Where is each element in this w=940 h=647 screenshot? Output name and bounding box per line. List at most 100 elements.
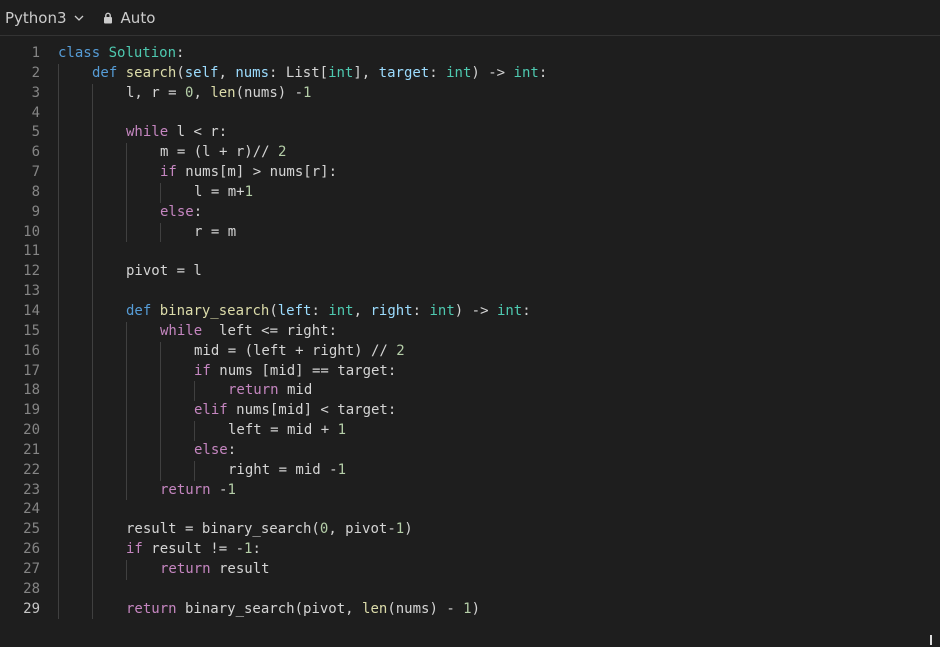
indent-guide	[58, 480, 59, 501]
line-number: 17	[23, 362, 40, 379]
indent-guide	[160, 182, 161, 203]
code-line[interactable]: 23 return -1	[0, 480, 940, 501]
language-selector[interactable]: Python3	[5, 9, 84, 27]
indent-guide	[194, 381, 195, 402]
line-number: 9	[31, 203, 40, 220]
indent-guide	[58, 63, 59, 84]
code-line[interactable]: 11	[0, 242, 940, 263]
indent-guide	[92, 599, 93, 620]
code-line[interactable]: 20 left = mid + 1	[0, 421, 940, 441]
code-line[interactable]: 16 mid = (left + right) // 2	[0, 341, 940, 362]
code-line[interactable]: 10 r = m	[0, 222, 940, 243]
code-text: return -1	[160, 481, 236, 501]
code-line[interactable]: 22 right = mid -1	[0, 460, 940, 481]
indent-guide	[58, 540, 59, 560]
code-token: mid	[278, 382, 313, 399]
code-line[interactable]: 19 elif nums[mid] < target:	[0, 401, 940, 422]
code-line[interactable]: 5 while l < r:	[0, 123, 940, 144]
code-token: else	[194, 441, 228, 458]
lock-icon	[103, 12, 112, 23]
indent-guide	[126, 421, 127, 441]
indent-guide	[92, 282, 93, 302]
code-line[interactable]: 1 class Solution:	[0, 44, 940, 64]
code-token: :	[227, 441, 237, 458]
line-number: 1	[31, 45, 40, 61]
code-line[interactable]: 8 l = m+1	[0, 182, 940, 203]
code-token: self	[184, 64, 219, 81]
indent-guide	[92, 182, 93, 203]
indent-guide	[92, 520, 93, 541]
code-token: m = (l + r)//	[160, 144, 279, 161]
code-token: right	[370, 302, 413, 319]
indent-guide	[92, 103, 93, 124]
line-number: 26	[23, 541, 40, 558]
indent-guide	[92, 242, 93, 263]
indent-guide	[92, 262, 93, 283]
indent-guide	[58, 242, 59, 263]
code-token: 2	[278, 144, 287, 161]
code-line[interactable]: 18 return mid	[0, 381, 940, 402]
code-line[interactable]: 27 return result	[0, 559, 940, 580]
code-line[interactable]: 28	[0, 579, 940, 600]
code-editor[interactable]: 1 class Solution: 2 def search(self, nums: …	[0, 44, 940, 624]
code-line[interactable]: 4	[0, 103, 940, 124]
code-line[interactable]: 17 if nums [mid] == target:	[0, 361, 940, 382]
code-token: 1	[337, 422, 347, 439]
code-line[interactable]: 26 if result != -1:	[0, 540, 940, 560]
code-token: )	[471, 600, 481, 617]
autocomplete-mode[interactable]: Auto	[102, 8, 156, 27]
indent-guide	[92, 500, 93, 521]
code-line[interactable]: 15 while left <= right:	[0, 321, 940, 342]
code-line[interactable]: 2 def search(self, nums: List[int], targe…	[0, 63, 940, 84]
code-line[interactable]: 14 def binary_search(left: int, right: in…	[0, 301, 940, 322]
code-line[interactable]: 25 result = binary_search(0, pivot-1)	[0, 520, 940, 541]
indent-guide	[92, 301, 93, 322]
indent-guide	[92, 123, 93, 144]
code-line[interactable]: 6 m = (l + r)// 2	[0, 143, 940, 164]
code-text: else:	[160, 203, 202, 223]
code-token: if	[160, 164, 177, 181]
code-line[interactable]: 7 if nums[m] > nums[r]:	[0, 163, 940, 183]
code-token: nums [mid] == target:	[210, 362, 397, 379]
indent-guide	[92, 83, 93, 104]
resize-handle[interactable]	[930, 635, 938, 645]
code-token: elif	[194, 402, 228, 419]
indent-guide	[126, 163, 127, 183]
code-token: if	[194, 362, 211, 379]
code-token: (	[176, 64, 185, 81]
code-token: return	[160, 481, 211, 498]
indent-guide	[58, 143, 59, 164]
indent-guide	[126, 361, 127, 382]
code-line[interactable]: 21 else:	[0, 440, 940, 461]
indent-guide	[92, 202, 93, 223]
indent-guide	[58, 163, 59, 183]
line-number: 2	[31, 64, 40, 81]
code-text: mid = (left + right) // 2	[194, 342, 405, 362]
code-token: def	[92, 64, 118, 81]
code-line[interactable]: 3 l, r = 0, len(nums) -1	[0, 83, 940, 104]
code-line[interactable]: 9 else:	[0, 202, 940, 223]
indent-guide	[92, 143, 93, 164]
line-number: 29	[23, 600, 40, 617]
code-text: return mid	[228, 381, 312, 401]
code-line[interactable]: 12 pivot = l	[0, 262, 940, 283]
code-token: class	[58, 45, 101, 61]
code-token: (nums) -	[235, 84, 304, 101]
code-token: 1	[303, 84, 312, 101]
code-token: (nums) -	[387, 600, 464, 617]
code-token: ,	[193, 84, 211, 101]
code-token: int	[328, 64, 354, 81]
code-line[interactable]: 29 return binary_search(pivot, len(nums) …	[0, 599, 940, 620]
indent-guide	[58, 182, 59, 203]
code-line[interactable]: 13	[0, 282, 940, 302]
code-line[interactable]: 24	[0, 500, 940, 521]
mode-label: Auto	[120, 8, 156, 27]
code-token: binary_search	[159, 302, 270, 319]
line-number: 24	[23, 501, 40, 518]
code-token: binary_search(pivot,	[176, 600, 363, 617]
code-token: ],	[353, 64, 379, 81]
indent-guide	[160, 401, 161, 422]
indent-guide	[58, 559, 59, 580]
code-text: right = mid -1	[228, 461, 346, 481]
indent-guide	[58, 460, 59, 481]
